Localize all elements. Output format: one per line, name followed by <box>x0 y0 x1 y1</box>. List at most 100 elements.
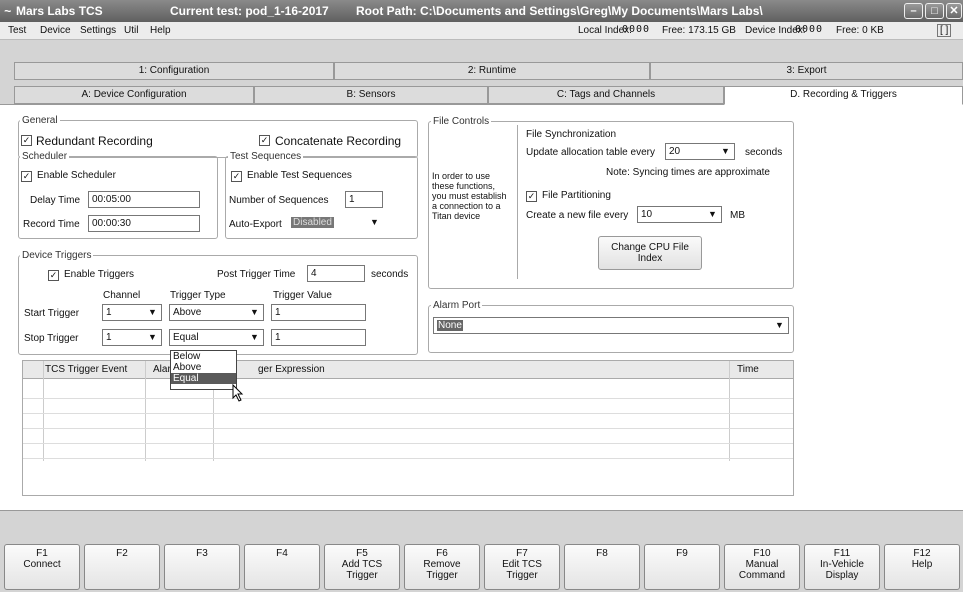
post-trigger-time-input[interactable]: 4 <box>307 265 365 282</box>
alarm-port-select[interactable]: None ▼ <box>433 317 789 334</box>
table-row[interactable] <box>23 398 793 399</box>
stop-value-input[interactable]: 1 <box>271 329 366 346</box>
table-row[interactable] <box>23 413 793 414</box>
menu-settings[interactable]: Settings <box>80 25 116 36</box>
enable-scheduler-label: Enable Scheduler <box>37 170 116 181</box>
alarm-port-value: None <box>437 320 463 331</box>
f6-remove-trigger-button[interactable]: F6 Remove Trigger <box>404 544 480 590</box>
col-tcs-trigger-event[interactable]: TCS Trigger Event <box>45 364 127 375</box>
stop-type-select[interactable]: Equal ▼ <box>169 329 264 346</box>
f7-edit-tcs-trigger-button[interactable]: F7 Edit TCS Trigger <box>484 544 560 590</box>
maximize-button[interactable]: □ <box>925 3 944 19</box>
app-logo-icon: ~ <box>4 4 12 18</box>
chevron-down-icon: ▼ <box>775 320 784 330</box>
menu-util[interactable]: Util <box>124 25 138 36</box>
fkey-label: F12 <box>913 548 931 559</box>
info-line: Titan device <box>432 211 481 221</box>
menu-bar: Test Device Settings Util Help Local Ind… <box>0 22 963 40</box>
tab-configuration[interactable]: 1: Configuration <box>14 62 334 80</box>
fkey-text: Command <box>738 570 786 581</box>
start-channel-select[interactable]: 1 ▼ <box>102 304 162 321</box>
f10-manual-command-button[interactable]: F10 Manual Command <box>724 544 800 590</box>
device-index-value: 0000 <box>795 24 824 35</box>
col-time[interactable]: Time <box>737 364 759 375</box>
function-key-bar: F1 Connect F2 F3 F4 F5 Add TCS Trigger F6 Re… <box>0 510 963 592</box>
column-divider <box>145 361 146 461</box>
chevron-down-icon: ▼ <box>148 307 157 317</box>
start-value-input[interactable]: 1 <box>271 304 366 321</box>
create-file-value: 10 <box>641 209 653 220</box>
auto-export-value: Disabled <box>291 217 334 228</box>
menu-device[interactable]: Device <box>40 25 71 36</box>
tab-recording-triggers[interactable]: D. Recording & Triggers <box>724 86 963 105</box>
record-time-input[interactable]: 00:00:30 <box>88 215 200 232</box>
fkey-label: F5 <box>356 548 368 559</box>
info-line: these functions, <box>432 181 496 191</box>
tab-export[interactable]: 3: Export <box>650 62 963 80</box>
fkey-text: Trigger <box>426 570 458 581</box>
status-indicator: [ ] <box>937 24 952 37</box>
menu-help[interactable]: Help <box>150 25 171 36</box>
table-header: TCS Trigger Event Alar ger Expression Ti… <box>23 361 793 379</box>
start-trigger-label: Start Trigger <box>24 308 80 319</box>
table-row[interactable] <box>23 443 793 444</box>
delay-time-input[interactable]: 00:05:00 <box>88 191 200 208</box>
fkey-label: F6 <box>436 548 448 559</box>
file-partitioning-label: File Partitioning <box>542 190 611 201</box>
enable-scheduler-checkbox[interactable]: ✓ <box>21 171 32 182</box>
fkey-label: F8 <box>596 548 608 559</box>
dropdown-option-above[interactable]: Above <box>171 362 236 373</box>
record-time-label: Record Time <box>23 219 80 230</box>
f3-button[interactable]: F3 <box>164 544 240 590</box>
f2-button[interactable]: F2 <box>84 544 160 590</box>
auto-export-select[interactable]: Disabled ▼ <box>288 215 383 232</box>
fkey-label: F2 <box>116 548 128 559</box>
tab-tags-channels[interactable]: C: Tags and Channels <box>488 86 724 104</box>
fkey-label: F10 <box>753 548 771 559</box>
concatenate-recording-label: Concatenate Recording <box>275 134 402 148</box>
redundant-recording-checkbox[interactable]: ✓ <box>21 135 32 146</box>
update-allocation-select[interactable]: 20 ▼ <box>665 143 735 160</box>
close-button[interactable]: ✕ <box>946 3 962 19</box>
minimize-button[interactable]: – <box>904 3 923 19</box>
file-sync-title: File Synchronization <box>526 129 617 140</box>
fkey-label: F3 <box>196 548 208 559</box>
stop-channel-select[interactable]: 1 ▼ <box>102 329 162 346</box>
fkey-text: Trigger <box>346 570 378 581</box>
f1-connect-button[interactable]: F1 Connect <box>4 544 80 590</box>
tab-runtime[interactable]: 2: Runtime <box>334 62 650 80</box>
test-sequences-legend: Test Sequences <box>228 151 304 162</box>
table-row[interactable] <box>23 458 793 459</box>
f11-in-vehicle-display-button[interactable]: F11 In-Vehicle Display <box>804 544 880 590</box>
change-cpu-file-index-button[interactable]: Change CPU File Index <box>598 236 702 270</box>
f5-add-tcs-trigger-button[interactable]: F5 Add TCS Trigger <box>324 544 400 590</box>
enable-test-sequences-checkbox[interactable]: ✓ <box>231 171 242 182</box>
number-of-sequences-input[interactable]: 1 <box>345 191 383 208</box>
tab-device-configuration[interactable]: A: Device Configuration <box>14 86 254 104</box>
dropdown-option-below[interactable]: Below <box>171 351 236 362</box>
update-allocation-value: 20 <box>669 146 681 157</box>
concatenate-recording-checkbox[interactable]: ✓ <box>259 135 270 146</box>
local-free: Free: 173.15 GB <box>662 25 736 36</box>
start-type-select[interactable]: Above ▼ <box>169 304 264 321</box>
current-test-label: Current test: pod_1-16-2017 <box>170 4 329 18</box>
enable-triggers-checkbox[interactable]: ✓ <box>48 270 59 281</box>
general-legend: General <box>20 115 60 126</box>
f12-help-button[interactable]: F12 Help <box>884 544 960 590</box>
app-name: Mars Labs TCS <box>16 4 103 18</box>
f4-button[interactable]: F4 <box>244 544 320 590</box>
col-alarm[interactable]: Alar <box>153 364 171 375</box>
auto-export-label: Auto-Export <box>229 219 282 230</box>
f9-button[interactable]: F9 <box>644 544 720 590</box>
file-partitioning-checkbox[interactable]: ✓ <box>526 191 537 202</box>
tab-sensors[interactable]: B: Sensors <box>254 86 488 104</box>
menu-test[interactable]: Test <box>8 25 26 36</box>
f8-button[interactable]: F8 <box>564 544 640 590</box>
col-trigger-expression[interactable]: ger Expression <box>258 364 325 375</box>
table-row[interactable] <box>23 428 793 429</box>
dropdown-option-equal[interactable]: Equal <box>171 373 236 384</box>
fkey-text: Help <box>911 559 933 570</box>
trigger-type-dropdown-list[interactable]: Below Above Equal <box>170 350 237 390</box>
file-controls-info: In order to use these functions, you mus… <box>432 171 516 221</box>
create-file-select[interactable]: 10 ▼ <box>637 206 722 223</box>
